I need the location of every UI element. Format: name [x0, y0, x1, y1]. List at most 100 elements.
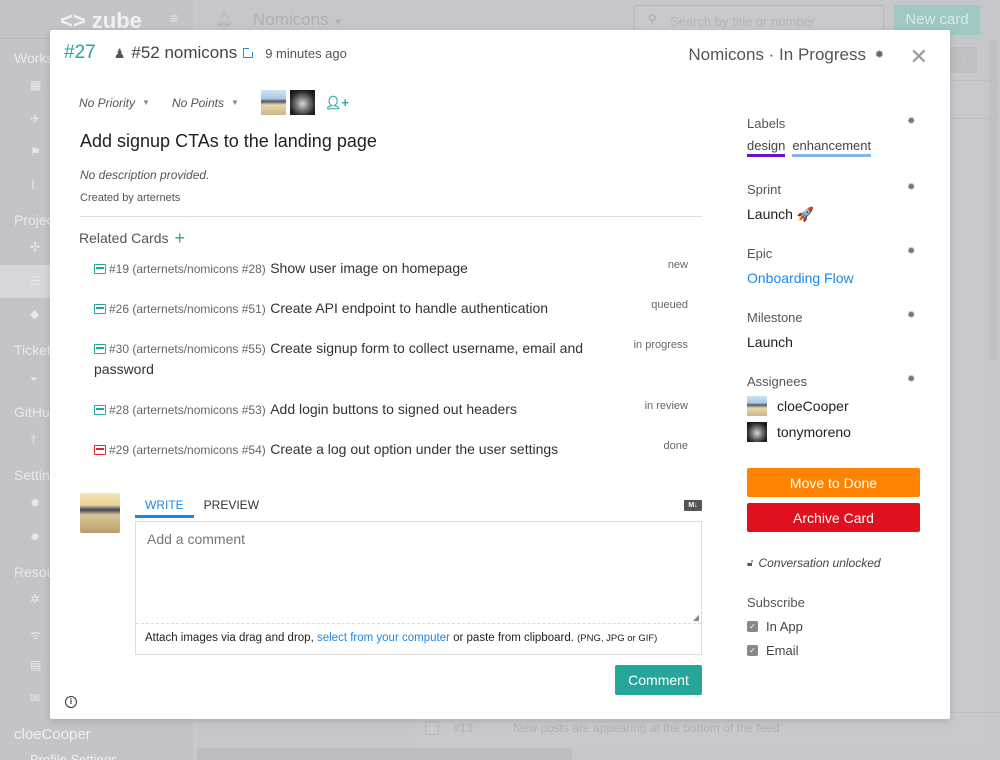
- sidebar-section-tickets: Ticket: [14, 342, 51, 358]
- points-value: No Points: [171, 95, 224, 110]
- list-item[interactable]: #29 (arternets/nomicons #54) Create a lo…: [94, 439, 688, 460]
- milestone-title: Milestone: [747, 310, 803, 325]
- add-assignee-icon[interactable]: 👤︎+: [325, 95, 349, 111]
- sidebar-section-resources: Resou: [14, 564, 55, 580]
- assignee-item[interactable]: cloeCooper: [747, 396, 849, 416]
- comment-input[interactable]: [136, 522, 701, 623]
- created-by: Created by arternets: [80, 192, 181, 204]
- row-number: #13: [453, 721, 474, 735]
- sprint-value: Launch 🚀: [747, 206, 815, 222]
- conversation-lock[interactable]: 🔓︎ Conversation unlocked: [747, 556, 881, 570]
- search-icon: ⚲: [648, 12, 657, 26]
- horizontal-scrollbar[interactable]: [197, 748, 572, 760]
- markdown-icon[interactable]: M↓: [684, 500, 702, 511]
- card-title[interactable]: Add signup CTAs to the landing page: [80, 131, 377, 152]
- chevron-down-icon: ▼: [142, 98, 150, 107]
- epic-link[interactable]: Onboarding Flow: [747, 270, 854, 286]
- list-icon[interactable]: ☰: [30, 274, 41, 288]
- card-description[interactable]: No description provided.: [80, 168, 209, 182]
- close-icon[interactable]: ✕: [910, 46, 928, 68]
- checkbox-checked-icon[interactable]: ✓: [747, 621, 758, 632]
- graph-icon[interactable]: ✣: [30, 240, 40, 254]
- priority-dropdown[interactable]: No Priority ▼: [79, 96, 150, 110]
- assignee-item[interactable]: tonymoreno: [747, 422, 851, 442]
- labels-gear-icon[interactable]: ✹: [907, 116, 915, 127]
- epic-gear-icon[interactable]: ✹: [907, 246, 915, 257]
- assignees-gear-icon[interactable]: ✹: [907, 374, 915, 385]
- label-enhancement[interactable]: enhancement: [792, 138, 872, 157]
- rss-icon[interactable]: ᯤ: [30, 626, 41, 643]
- info-icon[interactable]: i: [65, 696, 77, 708]
- project-selector[interactable]: Nomicons ▼: [253, 10, 343, 30]
- sidebar-section-github: GitHu: [14, 404, 50, 420]
- related-card-status: in progress: [633, 339, 688, 351]
- card-number: #27: [64, 42, 96, 63]
- card-status[interactable]: Nomicons · In Progress: [688, 45, 888, 65]
- chart-icon[interactable]: ⌇: [30, 178, 36, 192]
- resize-handle-icon[interactable]: ◢: [693, 613, 699, 622]
- project-name: Nomicons: [253, 10, 329, 29]
- archive-card-button[interactable]: Archive Card: [747, 503, 920, 532]
- status-gear-icon[interactable]: ✹: [875, 48, 884, 61]
- tag-icon[interactable]: ◆: [30, 307, 39, 321]
- subscribe-in-app[interactable]: ✓ In App: [747, 619, 803, 634]
- card-icon: [94, 304, 106, 314]
- assignees-title: Assignees: [747, 374, 807, 389]
- related-card-ref: #29 (arternets/nomicons #54): [109, 443, 266, 457]
- github-issue-link[interactable]: #52 nomicons: [131, 43, 237, 63]
- subscribe-title: Subscribe: [747, 595, 805, 610]
- select-file-link[interactable]: select from your computer: [317, 632, 450, 644]
- vertical-scrollbar[interactable]: [989, 40, 998, 360]
- row-title: New posts are appearing at the bottom of…: [513, 721, 780, 735]
- tab-write[interactable]: WRITE: [135, 492, 194, 518]
- assignee-name: cloeCooper: [777, 398, 849, 414]
- labels-list: design enhancement: [747, 137, 878, 157]
- sidebar-profile-settings[interactable]: Profile Settings: [30, 752, 117, 760]
- row-checkbox[interactable]: [425, 721, 439, 735]
- tab-preview[interactable]: PREVIEW: [194, 492, 269, 518]
- comment-button[interactable]: Comment: [615, 665, 702, 695]
- list-item[interactable]: #28 (arternets/nomicons #53) Add login b…: [94, 399, 688, 420]
- external-link-icon[interactable]: [243, 47, 255, 58]
- board-icon[interactable]: ▦: [30, 78, 41, 92]
- related-card-title[interactable]: Show user image on homepage: [270, 260, 468, 276]
- avatar: [747, 422, 767, 442]
- related-card-title[interactable]: Add login buttons to signed out headers: [270, 401, 517, 417]
- mail-icon[interactable]: ✉: [30, 691, 40, 705]
- sprint-icon[interactable]: ✈: [30, 112, 40, 126]
- next-page-button[interactable]: ›: [949, 47, 977, 73]
- ticket-icon[interactable]: ◒: [30, 370, 37, 384]
- docs-icon[interactable]: ▤: [30, 658, 41, 672]
- milestone-gear-icon[interactable]: ✹: [907, 310, 915, 321]
- add-related-card-icon[interactable]: +: [175, 229, 186, 247]
- menu-icon[interactable]: ≡: [170, 10, 178, 26]
- settings-gear-icon-2[interactable]: ✹: [30, 530, 40, 544]
- settings-gear-icon[interactable]: ✹: [30, 496, 40, 510]
- puzzle-icon[interactable]: ✲: [30, 592, 40, 606]
- related-card-ref: #19 (arternets/nomicons #28): [109, 262, 266, 276]
- related-card-title[interactable]: Create a log out option under the user s…: [270, 441, 558, 457]
- move-to-done-button[interactable]: Move to Done: [747, 468, 920, 497]
- related-cards-header: Related Cards +: [79, 229, 185, 247]
- unlock-icon: 🔓︎: [747, 557, 754, 569]
- bell-icon[interactable]: 🔔︎: [215, 11, 233, 28]
- list-item[interactable]: #26 (arternets/nomicons #51) Create API …: [94, 298, 688, 319]
- subscribe-email[interactable]: ✓ Email: [747, 643, 799, 658]
- checkbox-checked-icon[interactable]: ✓: [747, 645, 758, 656]
- milestone-value: Launch: [747, 334, 793, 350]
- sprint-gear-icon[interactable]: ✹: [907, 182, 915, 193]
- avatar[interactable]: [289, 90, 315, 115]
- card-closed-icon: [94, 445, 106, 455]
- flag-icon[interactable]: ⚑: [30, 145, 41, 159]
- assignee-name: tonymoreno: [777, 424, 851, 440]
- avatar[interactable]: [260, 90, 286, 115]
- related-card-title[interactable]: Create API endpoint to handle authentica…: [270, 300, 548, 316]
- status-text: Nomicons · In Progress: [688, 45, 866, 64]
- points-dropdown[interactable]: No Points ▼: [172, 96, 239, 110]
- list-item[interactable]: #19 (arternets/nomicons #28) Show user i…: [94, 258, 688, 279]
- epic-title: Epic: [747, 246, 773, 261]
- github-icon[interactable]: †: [30, 432, 37, 446]
- list-item[interactable]: #30 (arternets/nomicons #55) Create sign…: [94, 338, 688, 380]
- label-design[interactable]: design: [747, 138, 786, 157]
- card-icon: [94, 405, 106, 415]
